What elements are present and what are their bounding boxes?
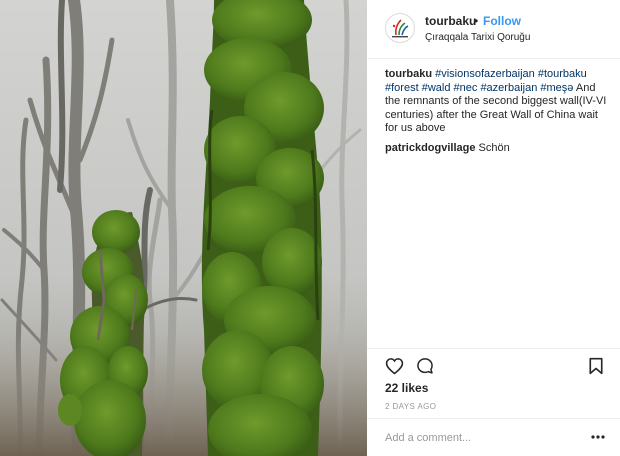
hashtag-link[interactable]: #nec (454, 82, 478, 94)
separator-dot: • (474, 14, 479, 28)
heart-icon[interactable] (385, 357, 404, 375)
forest-photo-image (0, 0, 367, 456)
hashtag-link[interactable]: #meşə (540, 82, 573, 94)
caption-comment: tourbaku #visionsofazerbaijan #tourbaku … (385, 68, 611, 136)
post-author-username[interactable]: tourbaku (425, 14, 476, 28)
hashtag-link[interactable]: #forest (385, 82, 419, 94)
add-comment-section (367, 418, 620, 456)
post-location[interactable]: Çıraqqala Tarixi Qoruğu (425, 32, 530, 43)
actions-divider (367, 348, 620, 349)
post-header: tourbaku • Follow Çıraqqala Tarixi Qoruğ… (367, 0, 620, 59)
likes-count[interactable]: 22 likes (385, 381, 428, 395)
post-timestamp[interactable]: 2 DAYS AGO (385, 402, 436, 411)
post-side-panel: tourbaku • Follow Çıraqqala Tarixi Qoruğ… (367, 0, 620, 456)
hashtag-link[interactable]: #wald (422, 82, 451, 94)
comment-item: patrickdogvillage Schön (385, 142, 611, 156)
hashtag-link[interactable]: #azerbaijan (480, 82, 537, 94)
hashtag-link[interactable]: #tourbaku (538, 68, 587, 80)
comments-list: tourbaku #visionsofazerbaijan #tourbaku … (385, 68, 611, 161)
comment-text: Schön (478, 141, 510, 154)
caption-username[interactable]: tourbaku (385, 68, 432, 80)
tourbaku-logo-icon (392, 19, 409, 38)
post-photo[interactable] (0, 0, 367, 456)
profile-avatar[interactable] (385, 13, 415, 43)
comment-bubble-icon[interactable] (416, 357, 434, 375)
comment-username[interactable]: patrickdogvillage (385, 142, 475, 154)
bookmark-icon[interactable] (588, 357, 604, 375)
hashtag-link[interactable]: #visionsofazerbaijan (435, 68, 535, 80)
more-options-icon[interactable] (590, 431, 606, 443)
comment-input[interactable] (385, 430, 575, 446)
follow-button[interactable]: Follow (483, 14, 521, 28)
